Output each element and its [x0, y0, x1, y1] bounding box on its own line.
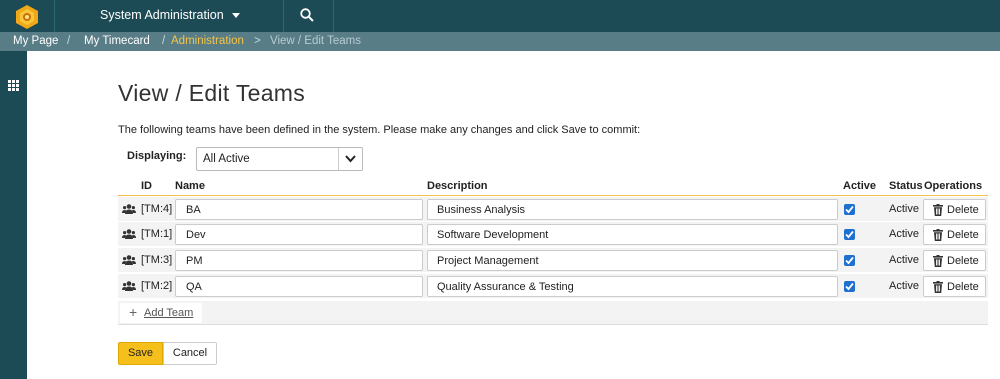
delete-team-button[interactable]: Delete — [923, 276, 986, 297]
team-icon — [122, 229, 136, 239]
team-id: [TM:3] — [141, 254, 173, 266]
delete-team-button[interactable]: Delete — [923, 199, 986, 220]
table-row: [TM:3] Active Delete — [118, 248, 988, 273]
breadcrumb: My Page / My Timecard / Administration >… — [0, 32, 1000, 51]
spira-logo-icon — [16, 5, 38, 29]
team-status: Active — [889, 254, 919, 266]
left-rail — [0, 51, 27, 379]
breadcrumb-my-timecard[interactable]: My Timecard — [84, 35, 150, 47]
active-checkbox[interactable] — [844, 229, 855, 240]
team-name-input[interactable] — [175, 224, 423, 245]
caret-down-icon — [231, 13, 240, 19]
topbar-divider — [54, 0, 55, 32]
displaying-value: All Active — [203, 153, 250, 165]
workspace-label: System Administration — [100, 8, 224, 22]
active-checkbox[interactable] — [844, 204, 855, 215]
breadcrumb-my-page[interactable]: My Page — [13, 35, 58, 47]
breadcrumb-separator: / — [67, 35, 71, 47]
select-toggle[interactable] — [338, 148, 362, 170]
teams-table-header: ID Name Description Active Status Operat… — [118, 176, 988, 196]
plus-icon: + — [129, 304, 138, 320]
displaying-select[interactable]: All Active — [196, 147, 363, 171]
trash-icon — [933, 229, 943, 241]
column-header-description: Description — [427, 180, 488, 192]
topbar-divider — [333, 0, 334, 32]
team-icon — [122, 255, 136, 265]
save-button[interactable]: Save — [118, 342, 163, 365]
team-status: Active — [889, 228, 919, 240]
column-header-active: Active — [843, 180, 877, 192]
team-description-input[interactable] — [427, 199, 838, 220]
table-row: [TM:4] Active Delete — [118, 197, 988, 222]
delete-label: Delete — [947, 204, 979, 216]
active-checkbox[interactable] — [844, 281, 855, 292]
team-description-input[interactable] — [427, 276, 838, 297]
delete-label: Delete — [947, 281, 979, 293]
check-icon — [845, 282, 854, 291]
column-header-status: Status — [889, 180, 923, 192]
table-row: [TM:1] Active Delete — [118, 222, 988, 247]
team-description-input[interactable] — [427, 250, 838, 271]
column-header-name: Name — [175, 180, 205, 192]
team-id: [TM:4] — [141, 203, 173, 215]
column-header-id: ID — [141, 180, 152, 192]
breadcrumb-separator: / — [162, 35, 166, 47]
team-status: Active — [889, 280, 919, 292]
team-id: [TM:2] — [141, 280, 173, 292]
trash-icon — [933, 281, 943, 293]
displaying-label: Displaying: — [127, 150, 187, 162]
search-button[interactable] — [283, 0, 333, 32]
trash-icon — [933, 204, 943, 216]
add-team-row: + Add Team — [118, 301, 988, 325]
team-description-input[interactable] — [427, 224, 838, 245]
table-row: [TM:2] Active Delete — [118, 274, 988, 299]
team-name-input[interactable] — [175, 276, 423, 297]
add-team-button[interactable]: + Add Team — [120, 303, 202, 323]
logo-button[interactable] — [0, 0, 54, 32]
breadcrumb-chevron: > — [254, 35, 261, 47]
workspace-dropdown[interactable]: System Administration — [100, 8, 240, 22]
team-icon — [122, 204, 136, 214]
breadcrumb-administration[interactable]: Administration — [171, 35, 244, 47]
delete-label: Delete — [947, 255, 979, 267]
cancel-button[interactable]: Cancel — [163, 342, 217, 365]
top-bar: System Administration — [0, 0, 1000, 32]
column-header-operations: Operations — [924, 180, 983, 192]
app-grid-icon[interactable] — [8, 80, 19, 91]
team-id: [TM:1] — [141, 228, 173, 240]
check-icon — [845, 230, 854, 239]
check-icon — [845, 256, 854, 265]
breadcrumb-current-page: View / Edit Teams — [270, 35, 361, 47]
page-title: View / Edit Teams — [118, 80, 306, 106]
search-icon — [300, 8, 314, 22]
chevron-down-icon — [345, 155, 356, 163]
delete-label: Delete — [947, 229, 979, 241]
delete-team-button[interactable]: Delete — [923, 250, 986, 271]
trash-icon — [933, 255, 943, 267]
team-status: Active — [889, 203, 919, 215]
team-icon — [122, 281, 136, 291]
add-team-label: Add Team — [144, 307, 194, 319]
check-icon — [845, 205, 854, 214]
active-checkbox[interactable] — [844, 255, 855, 266]
delete-team-button[interactable]: Delete — [923, 224, 986, 245]
intro-text: The following teams have been defined in… — [118, 124, 641, 136]
team-name-input[interactable] — [175, 199, 423, 220]
team-name-input[interactable] — [175, 250, 423, 271]
